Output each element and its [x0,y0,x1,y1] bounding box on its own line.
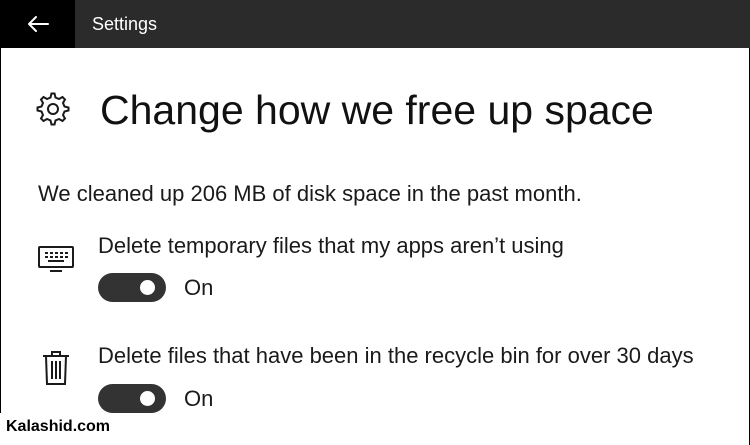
recycle-bin-toggle[interactable] [98,384,166,413]
toggle-knob [140,391,155,406]
page-title: Change how we free up space [100,87,654,133]
cleanup-summary: We cleaned up 206 MB of disk space in th… [38,181,582,206]
gear-icon [36,92,70,126]
recycle-bin-label: Delete files that have been in the recyc… [98,343,694,368]
temp-files-toggle-state: On [184,275,214,300]
watermark: Kalashid.com [0,413,128,445]
keyboard-monitor-icon [38,246,74,272]
temp-files-toggle[interactable] [98,273,166,302]
back-button[interactable] [0,0,75,48]
window-border-left [0,48,1,445]
title-bar: Settings [0,0,750,48]
back-arrow-icon [27,16,49,32]
recycle-bin-icon [43,351,69,385]
temp-files-label: Delete temporary files that my apps aren… [98,233,564,258]
window-title: Settings [92,14,158,34]
toggle-knob [140,280,155,295]
recycle-bin-toggle-state: On [184,386,214,411]
